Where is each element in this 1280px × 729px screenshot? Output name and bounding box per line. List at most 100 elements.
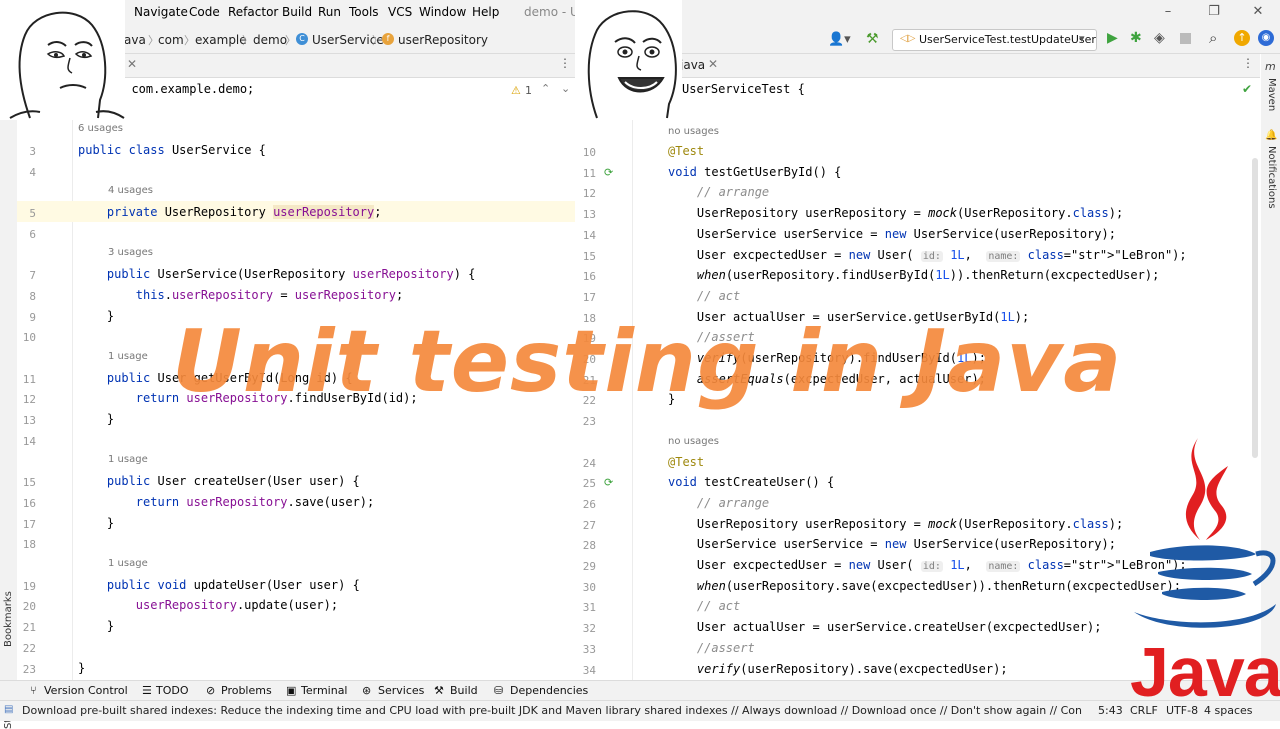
maximize-icon[interactable]: ❐	[1204, 2, 1224, 22]
chevron-down-icon[interactable]: ⌄	[561, 82, 570, 95]
overlay-title: Unit testing in Java	[172, 312, 1123, 412]
class-icon: C	[296, 33, 308, 45]
code-line: when(userRepository.findUserById(1L)).th…	[696, 268, 1160, 283]
tool-services[interactable]: Services	[378, 684, 424, 697]
menu-window[interactable]: Window	[419, 5, 466, 19]
tool-problems[interactable]: Problems	[221, 684, 272, 697]
services-icon: ⊛	[362, 684, 372, 697]
line-number: 16	[22, 496, 36, 510]
tool-build[interactable]: Build	[450, 684, 478, 697]
warning-icon[interactable]: ⚠	[511, 84, 521, 97]
menu-navigate[interactable]: Navigate	[134, 5, 188, 19]
vertical-scrollbar[interactable]	[1252, 158, 1258, 458]
caret-position[interactable]: 5:43	[1098, 704, 1123, 717]
run-config-select[interactable]: ◁▷ UserServiceTest.testUpdateUser ▾	[892, 29, 1097, 51]
tool-terminal[interactable]: Terminal	[301, 684, 348, 697]
meme-face-right	[575, 0, 682, 120]
menu-refactor[interactable]: Refactor	[228, 5, 278, 19]
user-icon[interactable]: 👤▾	[828, 32, 851, 47]
line-number: 19	[22, 579, 36, 593]
code-line: }	[78, 619, 115, 634]
line-number: 23	[22, 662, 36, 676]
menu-tools[interactable]: Tools	[349, 5, 379, 19]
code-line: // arrange	[668, 185, 770, 200]
line-number: 18	[22, 538, 36, 552]
menu-run[interactable]: Run	[318, 5, 341, 19]
run-icon[interactable]: ▶	[1107, 30, 1118, 46]
debug-icon[interactable]: ✱	[1130, 30, 1142, 46]
menu-vcs[interactable]: VCS	[388, 5, 412, 19]
status-message[interactable]: Download pre-built shared indexes: Reduc…	[22, 704, 1082, 717]
line-number: 30	[582, 580, 596, 594]
run-test-icon[interactable]: ⟳	[604, 476, 613, 489]
code-line: public class UserService {	[78, 143, 266, 157]
line-number: 32	[582, 622, 596, 636]
chevron-right-icon: 〉	[184, 34, 195, 47]
line-number: 27	[582, 518, 596, 532]
line-number: 5	[29, 207, 36, 221]
breadcrumb-item[interactable]: com	[158, 33, 184, 47]
line-number: 22	[22, 641, 36, 655]
maven-tab[interactable]: Maven	[1266, 78, 1277, 111]
update-icon[interactable]: ↑	[1234, 30, 1250, 46]
usage-hint: 4 usages	[108, 185, 153, 197]
tool-todo[interactable]: TODO	[156, 684, 189, 697]
breadcrumb-item[interactable]: userRepository	[398, 33, 488, 47]
line-number: 33	[582, 642, 596, 656]
meme-face-left	[0, 0, 125, 120]
search-icon[interactable]: ⌕	[1209, 29, 1217, 47]
line-number: 13	[582, 208, 596, 222]
chevron-down-icon: ▾	[1079, 32, 1085, 45]
package-line: e com.example.demo;	[117, 82, 255, 96]
menu-build[interactable]: Build	[282, 5, 312, 19]
java-logo-text: Java	[1130, 633, 1280, 711]
menu-help[interactable]: Help	[472, 5, 499, 19]
close-window-icon[interactable]: ✕	[1248, 2, 1268, 22]
code-line: // act	[668, 599, 741, 614]
chevron-up-icon[interactable]: ⌃	[541, 82, 550, 95]
version-control-icon: ⑂	[30, 684, 37, 697]
line-number: 16	[582, 270, 596, 284]
code-line: void testGetUserById() {	[668, 164, 842, 179]
code-line: this.userRepository = userRepository;	[135, 287, 404, 302]
more-icon[interactable]: ⋮	[1242, 56, 1254, 70]
code-line: // arrange	[668, 495, 770, 510]
run-config-label: UserServiceTest.testUpdateUser	[919, 33, 1096, 46]
code-line: when(userRepository.save(excpectedUser))…	[696, 578, 1181, 593]
dependencies-icon: ⛁	[494, 684, 504, 697]
code-line: // act	[668, 288, 741, 303]
breadcrumb-item[interactable]: demo	[253, 33, 287, 47]
line-number: 17	[582, 290, 596, 304]
jetbrains-logo-icon[interactable]: ◉	[1258, 30, 1274, 46]
close-tab-icon[interactable]: ✕	[708, 57, 718, 71]
notifications-tab[interactable]: Notifications	[1266, 146, 1277, 209]
minimize-icon[interactable]: –	[1158, 2, 1178, 22]
code-line: User excpectedUser = new User( id: 1L, n…	[668, 558, 1187, 572]
code-line: @Test	[668, 454, 705, 469]
usage-hint: 6 usages	[78, 123, 123, 134]
more-icon[interactable]: ⋮	[559, 56, 571, 70]
usage-hint: no usages	[668, 126, 720, 137]
chevron-right-icon: 〉	[242, 34, 253, 47]
tool-version-control[interactable]: Version Control	[44, 684, 128, 697]
tool-dependencies[interactable]: Dependencies	[510, 684, 588, 697]
line-number: 24	[582, 456, 596, 470]
tab-test-file[interactable]: java	[680, 58, 705, 72]
coverage-icon[interactable]: ◈	[1154, 30, 1165, 46]
line-number: 15	[582, 249, 596, 263]
code-line: public UserService(UserRepository userRe…	[106, 267, 476, 282]
line-number: 28	[582, 539, 596, 553]
menu-code[interactable]: Code	[189, 5, 220, 19]
breadcrumb-item[interactable]: ava	[124, 33, 146, 47]
breadcrumb-item[interactable]: example	[195, 33, 247, 47]
line-number: 14	[22, 434, 36, 448]
line-number: 4	[29, 165, 36, 179]
line-number: 21	[22, 621, 36, 635]
stop-icon[interactable]	[1180, 33, 1191, 44]
run-test-icon[interactable]: ⟳	[604, 166, 613, 179]
code-line: private UserRepository userRepository;	[106, 205, 382, 220]
close-tab-icon[interactable]: ✕	[127, 57, 137, 71]
hammer-icon[interactable]: ⚒	[866, 31, 879, 47]
line-number: 29	[582, 560, 596, 573]
problems-icon: ⊘	[206, 684, 216, 697]
